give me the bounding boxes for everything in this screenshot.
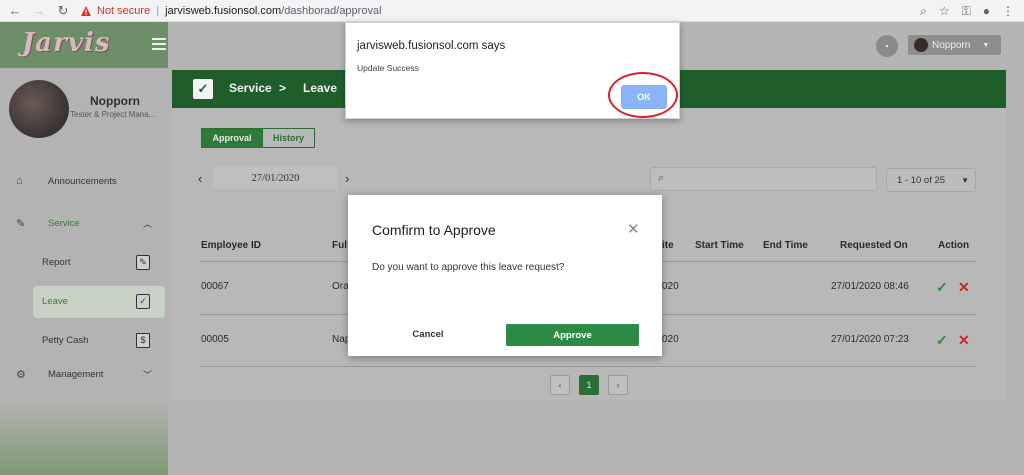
profile-name: Nopporn [90,94,140,108]
pagination-next-button[interactable]: › [608,375,628,395]
gear-icon: ⚙ [16,368,26,381]
zoom-icon[interactable]: ⌕ [920,4,927,19]
tab-approval[interactable]: Approval [201,128,263,148]
cell-name: Ora [332,281,349,292]
warning-icon [81,6,91,16]
sidebar-item-label: Management [48,368,104,380]
search-input[interactable]: ⌕ [650,167,877,191]
alert-message: Update Success [357,63,419,73]
pencil-icon: ✎ [16,217,26,230]
column-header-employee-id: Employee ID [201,240,262,251]
dialog-title: Comfirm to Approve [372,222,496,238]
reject-x-icon[interactable]: ✕ [958,332,970,349]
address-bar[interactable]: Not secure | jarvisweb.fusionsol.com /da… [80,2,940,20]
sidebar-item-label: Report [42,256,71,268]
sidebar-item-management[interactable]: ⚙ Management ﹀ [0,359,168,389]
sidebar-item-service[interactable]: ✎ Service ︿ [0,208,168,238]
sidebar-item-label: Service [48,217,80,229]
chevron-right-icon[interactable]: › [345,171,349,186]
hamburger-menu-icon[interactable] [152,38,166,50]
column-header-action: Action [938,240,970,251]
avatar [914,38,928,52]
sidebar-item-announcements[interactable]: ⌂ Announcements [0,166,168,196]
sidebar-item-label: Petty Cash [42,334,89,346]
chevron-down-icon: ﹀ [143,369,153,380]
page-range-label: 1 - 10 of 25 [897,174,946,186]
user-menu-label: Nopporn [932,39,971,51]
page-range-select[interactable]: 1 - 10 of 25 ▼ [886,168,976,192]
approve-button[interactable]: Approve [506,324,639,346]
search-icon: ⌕ [658,172,665,184]
sidebar-item-petty-cash[interactable]: Petty Cash $ [0,325,168,355]
sidebar-footer [0,400,168,475]
pagination-page-1[interactable]: 1 [579,375,599,395]
cell-employee-id: 00005 [201,334,229,345]
account-icon[interactable]: ● [983,4,990,18]
table-divider [200,366,976,367]
breadcrumb-separator: > [279,81,287,95]
approve-check-icon[interactable]: ✓ [936,332,948,349]
browser-actions: ⌕ ☆ ⚿ ● ⋮ [920,2,1014,20]
checkbox-icon: ✓ [136,293,150,309]
url-path: /dashborad/approval [281,5,382,17]
profile-role: Tester & Project Mana... [70,110,156,119]
url-separator: | [156,5,160,17]
tab-history[interactable]: History [262,128,315,148]
column-header-start-time: Start Time [695,240,744,251]
not-secure-label: Not secure [97,5,151,17]
confirm-approve-dialog: Comfirm to Approve ✕ Do you want to appr… [348,195,662,356]
app-logo: Jarvis [22,28,111,58]
checkbox-icon: ✓ [193,79,213,99]
breadcrumb-leave: Leave [303,81,338,95]
column-header-full-name: Ful [332,240,347,251]
report-edit-icon: ✎ [136,254,150,270]
chevron-down-icon: ▼ [961,175,969,185]
sidebar-item-label: Announcements [48,175,117,187]
back-arrow-icon[interactable]: ← [6,2,24,20]
notification-icon[interactable]: ▪ [876,35,898,57]
column-header-date: ite [662,240,674,251]
highlight-circle [608,72,678,118]
cancel-button[interactable]: Cancel [398,325,458,343]
key-icon[interactable]: ⚿ [962,4,971,19]
document-icon: $ [136,332,150,348]
column-header-requested-on: Requested On [840,240,908,251]
close-icon[interactable]: ✕ [627,220,640,238]
reject-x-icon[interactable]: ✕ [958,279,970,296]
sidebar-item-leave[interactable]: Leave ✓ [0,286,168,316]
cell-requested-on: 27/01/2020 07:23 [831,334,909,345]
alert-title: jarvisweb.fusionsol.com says [357,40,506,52]
column-header-end-time: End Time [763,240,808,251]
reload-icon[interactable]: ↻ [54,2,72,20]
cell-requested-on: 27/01/2020 08:46 [831,281,909,292]
forward-arrow-icon[interactable]: → [30,2,48,20]
profile-avatar [9,80,69,138]
breadcrumb-service[interactable]: Service [229,81,272,95]
cell-date: 020 [662,334,679,345]
sidebar-item-label: Leave [42,295,68,307]
home-icon: ⌂ [16,175,23,187]
caret-down-icon: ▼ [982,41,990,49]
pagination-prev-button[interactable]: ‹ [550,375,570,395]
cell-date: 020 [662,281,679,292]
date-display[interactable]: 27/01/2020 [213,167,338,189]
cell-employee-id: 00067 [201,281,229,292]
approve-check-icon[interactable]: ✓ [936,279,948,296]
user-menu-button[interactable]: Nopporn ▼ [908,35,1001,55]
more-menu-icon[interactable]: ⋮ [1002,4,1014,18]
browser-toolbar: ← → ↻ Not secure | jarvisweb.fusionsol.c… [0,0,1024,22]
sidebar-item-report[interactable]: Report ✎ [0,247,168,277]
dialog-message: Do you want to approve this leave reques… [372,262,565,273]
bookmark-star-icon[interactable]: ☆ [939,4,950,18]
url-host: jarvisweb.fusionsol.com [165,5,282,17]
chevron-up-icon: ︿ [143,218,153,229]
chevron-left-icon[interactable]: ‹ [198,171,202,186]
